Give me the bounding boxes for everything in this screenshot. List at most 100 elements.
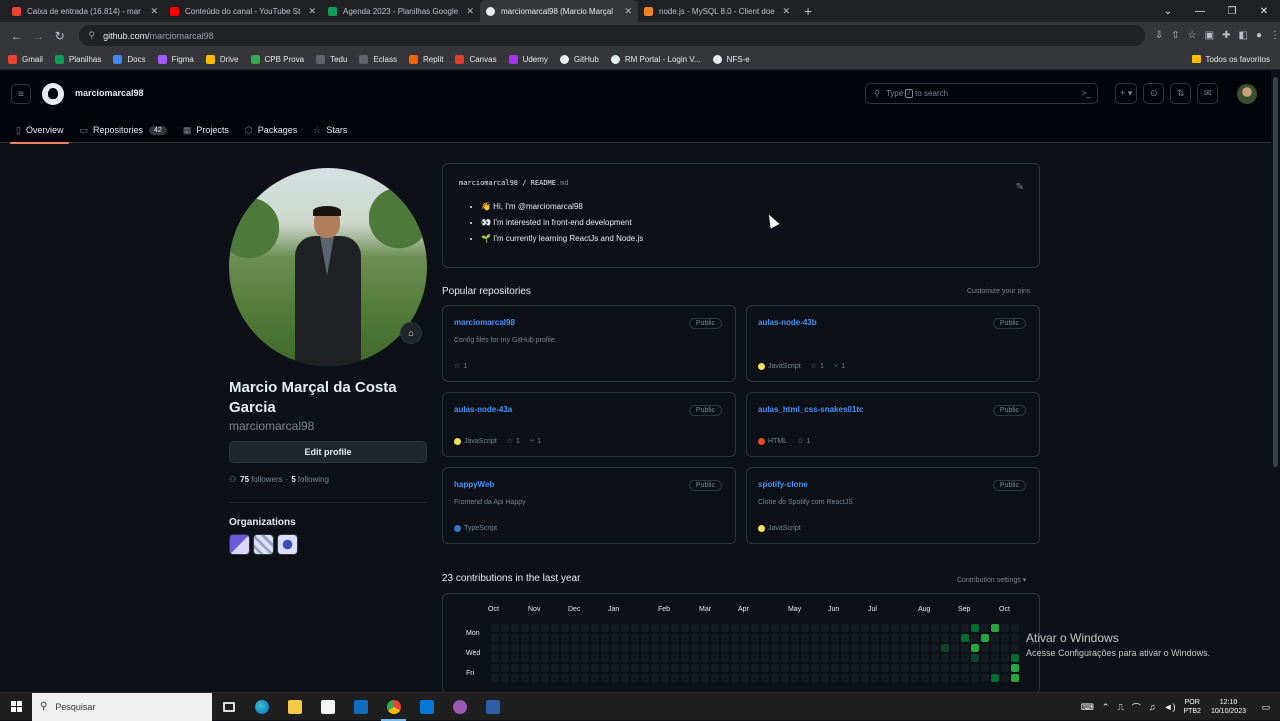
contribution-cell[interactable]: [691, 664, 699, 672]
contribution-cell[interactable]: [741, 634, 749, 642]
contribution-cell[interactable]: [691, 634, 699, 642]
contribution-cell[interactable]: [911, 664, 919, 672]
contribution-cell[interactable]: [581, 664, 589, 672]
contribution-cell[interactable]: [741, 654, 749, 662]
store-icon[interactable]: [311, 693, 344, 721]
contribution-cell[interactable]: [711, 634, 719, 642]
minimize-icon[interactable]: —: [1184, 0, 1216, 22]
contribution-cell[interactable]: [731, 634, 739, 642]
contribution-cell[interactable]: [961, 654, 969, 662]
contribution-cell[interactable]: [591, 644, 599, 652]
contribution-cell[interactable]: [821, 624, 829, 632]
contribution-cell[interactable]: [721, 664, 729, 672]
contribution-cell[interactable]: [751, 654, 759, 662]
contribution-cell[interactable]: [941, 634, 949, 642]
inbox-icon[interactable]: ✉: [1197, 83, 1219, 104]
contribution-cell[interactable]: [881, 654, 889, 662]
contribution-cell[interactable]: [631, 624, 639, 632]
contribution-cell[interactable]: [661, 654, 669, 662]
bookmark-tedu[interactable]: Tedu: [316, 54, 347, 64]
tab-overview[interactable]: ▯ Overview: [10, 117, 70, 144]
contribution-cell[interactable]: [951, 644, 959, 652]
contribution-cell[interactable]: [981, 624, 989, 632]
contribution-cell[interactable]: [951, 624, 959, 632]
contribution-cell[interactable]: [671, 654, 679, 662]
bookmark-nfse[interactable]: NFS-e: [712, 54, 750, 64]
contribution-cell[interactable]: [571, 664, 579, 672]
contribution-cell[interactable]: [801, 674, 809, 682]
contribution-cell[interactable]: [541, 664, 549, 672]
repo-stars[interactable]: ☆ 1: [454, 362, 467, 371]
close-icon[interactable]: ✕: [308, 6, 316, 17]
contribution-cell[interactable]: [991, 654, 999, 662]
contribution-cell[interactable]: [561, 664, 569, 672]
contribution-cell[interactable]: [941, 674, 949, 682]
volume-icon[interactable]: ◄): [1164, 702, 1176, 712]
contribution-cell[interactable]: [571, 674, 579, 682]
contribution-cell[interactable]: [641, 654, 649, 662]
all-bookmarks-folder[interactable]: Todos os favoritos: [1191, 55, 1270, 64]
contribution-cell[interactable]: [591, 664, 599, 672]
tab-search-icon[interactable]: ⌄: [1152, 0, 1184, 22]
contribution-cell[interactable]: [931, 634, 939, 642]
contribution-cell[interactable]: [581, 654, 589, 662]
contribution-cell[interactable]: [1001, 654, 1009, 662]
following-label[interactable]: following: [298, 475, 329, 484]
contribution-cell[interactable]: [521, 624, 529, 632]
contribution-cell[interactable]: [711, 664, 719, 672]
contribution-cell[interactable]: [811, 644, 819, 652]
contribution-cell[interactable]: [531, 664, 539, 672]
contribution-cell[interactable]: [901, 624, 909, 632]
contribution-cell[interactable]: [711, 654, 719, 662]
contribution-cell[interactable]: [611, 624, 619, 632]
contribution-cell[interactable]: [901, 654, 909, 662]
contribution-cell[interactable]: [811, 674, 819, 682]
issues-icon[interactable]: ⊙: [1143, 83, 1165, 104]
contribution-cell[interactable]: [631, 664, 639, 672]
browser-tab-stackoverflow[interactable]: node.js - MySQL 8.0 - Client doe ✕: [638, 0, 796, 22]
contribution-cell[interactable]: [841, 624, 849, 632]
contribution-cell[interactable]: [611, 674, 619, 682]
avatar[interactable]: [1237, 84, 1257, 104]
contribution-cell[interactable]: [671, 644, 679, 652]
profile-icon[interactable]: ●: [1256, 30, 1262, 41]
contribution-cell[interactable]: [921, 674, 929, 682]
contribution-cell[interactable]: [831, 624, 839, 632]
contribution-cell[interactable]: [661, 664, 669, 672]
contribution-cell[interactable]: [681, 634, 689, 642]
contribution-cell[interactable]: [531, 624, 539, 632]
contribution-cell[interactable]: [991, 634, 999, 642]
repo-name-link[interactable]: aulas-node-43a: [454, 405, 724, 414]
bookmark-eclass[interactable]: Eclass: [359, 54, 397, 64]
contribution-cell[interactable]: [1011, 624, 1019, 632]
contribution-cell[interactable]: [901, 664, 909, 672]
contribution-cell[interactable]: [931, 664, 939, 672]
contribution-cell[interactable]: [1001, 634, 1009, 642]
contribution-cell[interactable]: [501, 624, 509, 632]
contribution-cell[interactable]: [651, 674, 659, 682]
notifications-icon[interactable]: ▭: [1256, 702, 1276, 713]
github-logo-icon[interactable]: [42, 83, 64, 105]
contribution-cell[interactable]: [991, 664, 999, 672]
input-language[interactable]: POR PTB2: [1183, 698, 1201, 716]
contribution-cell[interactable]: [591, 654, 599, 662]
contribution-cell[interactable]: [551, 634, 559, 642]
contribution-cell[interactable]: [891, 674, 899, 682]
contribution-cell[interactable]: [591, 624, 599, 632]
contribution-cell[interactable]: [721, 674, 729, 682]
contribution-cell[interactable]: [841, 634, 849, 642]
contribution-cell[interactable]: [971, 644, 979, 652]
contribution-cell[interactable]: [631, 644, 639, 652]
contribution-cell[interactable]: [811, 664, 819, 672]
contribution-cell[interactable]: [681, 644, 689, 652]
chevron-up-icon[interactable]: ⌃: [1102, 702, 1110, 713]
contribution-cell[interactable]: [561, 674, 569, 682]
contribution-cell[interactable]: [791, 624, 799, 632]
contribution-cell[interactable]: [921, 644, 929, 652]
contribution-cell[interactable]: [701, 654, 709, 662]
contribution-cell[interactable]: [1011, 634, 1019, 642]
contribution-cell[interactable]: [991, 644, 999, 652]
contribution-cell[interactable]: [701, 624, 709, 632]
contribution-cell[interactable]: [551, 624, 559, 632]
contribution-cell[interactable]: [851, 654, 859, 662]
